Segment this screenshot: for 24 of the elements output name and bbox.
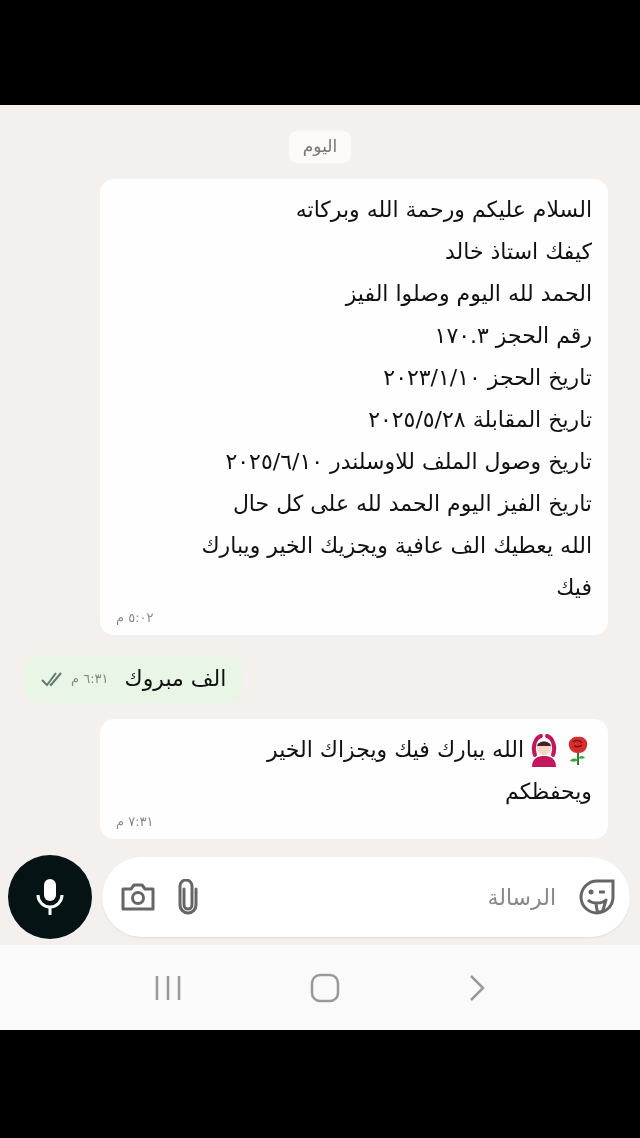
- message-field[interactable]: الرسالة: [220, 879, 558, 915]
- date-chip: اليوم: [288, 131, 352, 163]
- paperclip-icon[interactable]: [176, 879, 200, 915]
- message-text: تاريخ المقابلة ٢٠٢٥/٥/٢٨: [368, 405, 592, 434]
- message-time: ٥:٠٢ م: [116, 608, 154, 627]
- message-text: الله يعطيك الف عافية ويجزيك الخير ويبارك: [201, 531, 592, 560]
- message-text: فيك: [556, 573, 592, 602]
- message-bar[interactable]: الرسالة: [102, 857, 630, 937]
- sticker-icon[interactable]: [578, 878, 616, 916]
- message-time: ٧:٣١ م: [116, 812, 154, 831]
- home-icon[interactable]: [310, 972, 340, 1003]
- message-text: رقم الحجز ١٧٠.٣: [434, 321, 592, 351]
- camera-icon[interactable]: [120, 882, 156, 912]
- message-text: الحمد لله اليوم وصلوا الفيز: [345, 279, 592, 308]
- message-text: كيفك استاذ خالد: [445, 237, 592, 266]
- message-text: الله يبارك فيك ويجزاك الخير: [267, 735, 524, 764]
- message-text: الف مبروك: [124, 664, 227, 693]
- microphone-icon: [35, 878, 65, 916]
- message-text: تاريخ وصول الملف للاوسلندر ٢٠٢٥/٦/١٠: [225, 447, 592, 476]
- message-text: السلام عليكم ورحمة الله وبركاته: [295, 195, 592, 225]
- message-text: تاريخ الفيز اليوم الحمد لله على كل حال: [232, 489, 592, 518]
- message-text: تاريخ الحجز ٢٠٢٣/١/١٠: [383, 363, 592, 392]
- message-time: ٦:٣١ م: [71, 669, 109, 688]
- message-text: ويحفظكم: [505, 777, 592, 807]
